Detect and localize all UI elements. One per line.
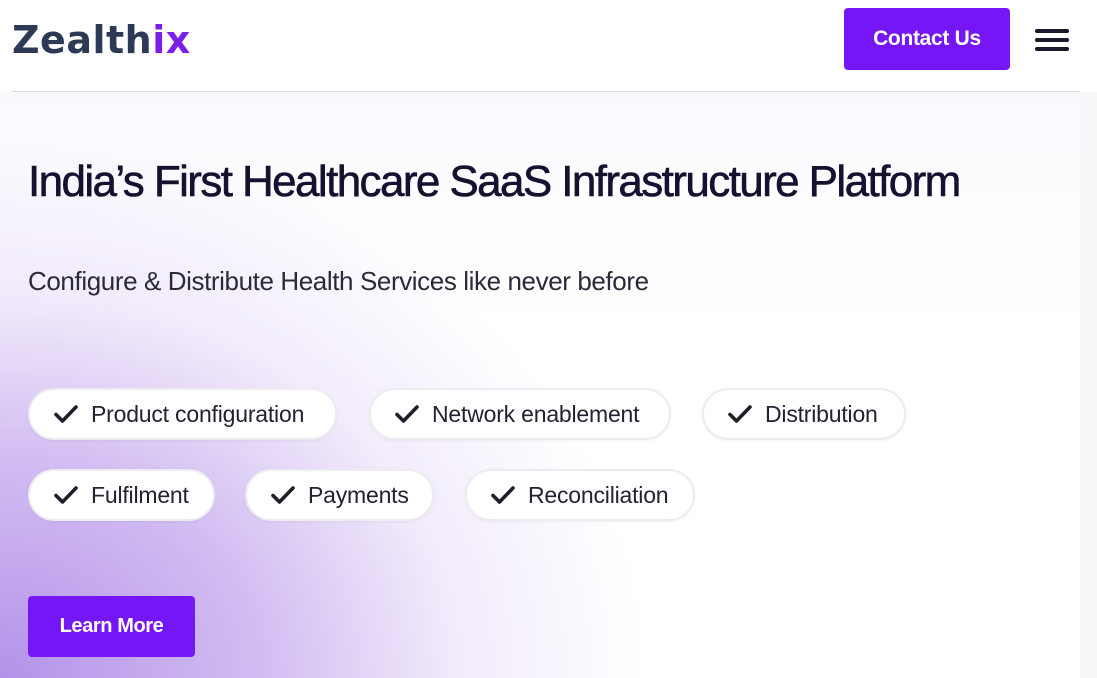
feature-label: Fulfilment [91, 481, 189, 508]
feature-chip-product-configuration: Product configuration [28, 388, 337, 440]
checkmark-icon [395, 405, 419, 423]
feature-chip-network-enablement: Network enablement [369, 388, 671, 440]
checkmark-icon [54, 486, 78, 504]
page: Zealthix Contact Us India’s First Health… [0, 0, 1097, 678]
checkmark-icon [271, 486, 295, 504]
feature-label: Payments [308, 481, 409, 508]
checkmark-icon [54, 405, 78, 423]
menu-bar [1035, 47, 1069, 51]
hero-subtitle: Configure & Distribute Health Services l… [28, 266, 649, 296]
header-divider [12, 91, 1080, 92]
logo-accent-text: ix [152, 18, 191, 62]
feature-chip-reconciliation: Reconciliation [465, 469, 695, 521]
menu-bar [1035, 29, 1069, 33]
feature-label: Reconciliation [528, 481, 669, 508]
checkmark-icon [728, 405, 752, 423]
feature-chip-fulfilment: Fulfilment [28, 469, 215, 521]
hero-edge [1080, 92, 1097, 678]
logo-main-text: Zealth [12, 18, 153, 62]
feature-chip-payments: Payments [245, 469, 434, 521]
menu-bar [1035, 38, 1069, 42]
feature-label: Product configuration [91, 400, 305, 427]
hamburger-menu-icon[interactable] [1034, 26, 1070, 54]
feature-chip-distribution: Distribution [702, 388, 906, 440]
contact-us-button[interactable]: Contact Us [844, 8, 1010, 70]
site-header: Zealthix Contact Us [0, 0, 1097, 92]
hero-title: India’s First Healthcare SaaS Infrastruc… [28, 157, 962, 207]
checkmark-icon [491, 486, 515, 504]
learn-more-button[interactable]: Learn More [28, 596, 195, 657]
feature-label: Distribution [765, 400, 878, 427]
feature-label: Network enablement [432, 400, 640, 427]
logo[interactable]: Zealthix [12, 16, 191, 64]
